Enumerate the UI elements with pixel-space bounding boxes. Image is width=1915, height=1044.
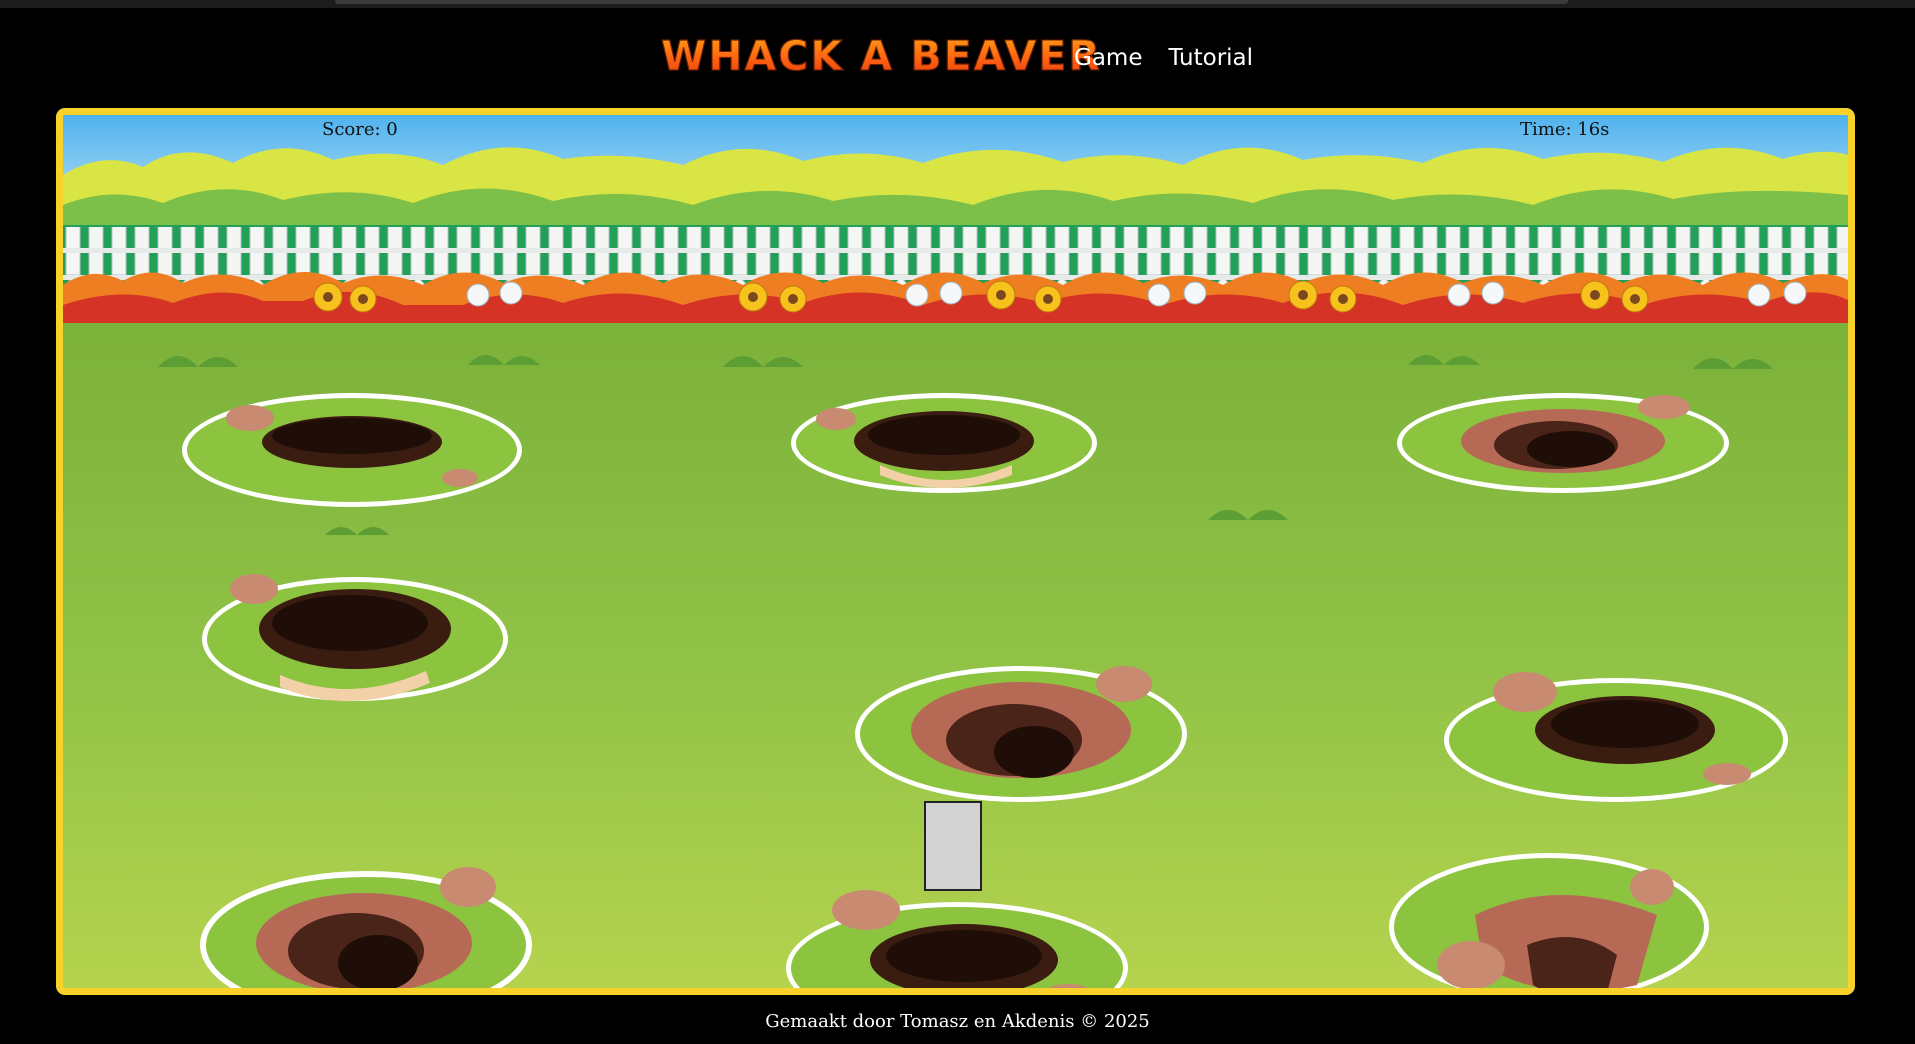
- hole-9[interactable]: [1387, 845, 1711, 988]
- nav-tutorial-link[interactable]: Tutorial: [1168, 41, 1253, 75]
- time-display: Time: 16s: [1520, 119, 1610, 140]
- nav-game-link[interactable]: Game: [1074, 41, 1142, 75]
- hole-6[interactable]: [1443, 668, 1789, 808]
- site-footer: Gemaakt door Tomasz en Akdenis © 2025: [765, 1011, 1150, 1032]
- tab-strip: [335, 0, 1568, 4]
- beaver-target[interactable]: [924, 801, 982, 891]
- game-board: Score: 0 Time: 16s: [56, 108, 1855, 995]
- browser-top-strip: [0, 0, 1915, 8]
- score-display: Score: 0: [322, 119, 398, 140]
- hole-3[interactable]: [1396, 383, 1730, 498]
- hole-2[interactable]: [790, 391, 1098, 501]
- hole-7[interactable]: [196, 851, 536, 988]
- game-logo: WHACK A BEAVER: [661, 32, 1102, 81]
- hole-1[interactable]: [180, 390, 524, 515]
- hole-5[interactable]: [852, 648, 1190, 818]
- hole-8[interactable]: [784, 880, 1130, 988]
- hole-4[interactable]: [200, 567, 510, 717]
- site-header: WHACK A BEAVER Game Tutorial: [0, 8, 1915, 108]
- main-nav: Game Tutorial: [1074, 41, 1253, 75]
